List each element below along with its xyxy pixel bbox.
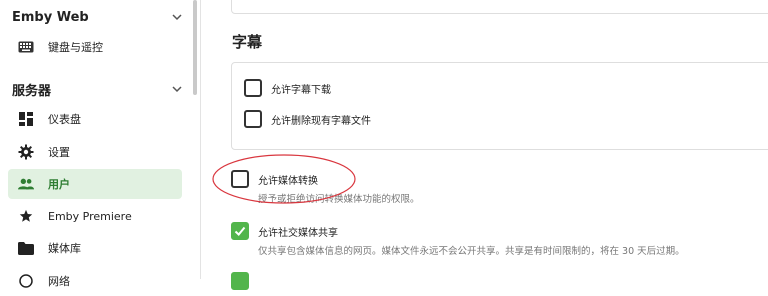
allow-social-sharing-row[interactable]: 允许社交媒体共享 (231, 222, 338, 240)
section-title-subtitles: 字幕 (232, 33, 263, 51)
allow-social-sharing-label: 允许社交媒体共享 (258, 227, 338, 239)
allow-social-sharing-checkbox[interactable] (231, 222, 249, 240)
sidebar-scrollbar[interactable] (193, 0, 197, 95)
gear-icon (18, 144, 34, 160)
sidebar-section-emby-web[interactable]: Emby Web (12, 6, 184, 28)
sidebar-item-label: 网络 (48, 275, 70, 288)
sidebar-item-users[interactable]: 用户 (8, 169, 182, 199)
allow-subtitle-download-checkbox[interactable] (244, 79, 262, 97)
allow-subtitle-download-row[interactable]: 允许字幕下载 (244, 79, 331, 97)
allow-subtitle-download-label: 允许字幕下载 (271, 84, 331, 96)
checkmark-icon (234, 226, 246, 236)
sidebar-item-settings[interactable]: 设置 (8, 137, 182, 167)
chevron-down-icon[interactable] (170, 82, 184, 96)
sidebar-item-library[interactable]: 媒体库 (8, 233, 182, 263)
keyboard-icon (18, 39, 34, 55)
sidebar-item-keyboard[interactable]: 键盘与遥控 (8, 32, 182, 62)
annotation-circle (212, 154, 356, 204)
allow-social-sharing-description: 仅共享包含媒体信息的网页。媒体文件永远不会公开共享。共享是有时间限制的，将在 3… (258, 246, 685, 257)
dashboard-icon (18, 111, 34, 127)
next-option-checkbox[interactable] (231, 272, 249, 290)
sidebar-item-emby-premiere[interactable]: Emby Premiere (8, 201, 182, 231)
previous-settings-card (231, 0, 768, 14)
sidebar-item-label: 用户 (48, 178, 70, 191)
subtitles-options-card (231, 62, 768, 150)
allow-subtitle-delete-label: 允许删除现有字幕文件 (271, 115, 371, 127)
sidebar-item-network[interactable]: 网络 (8, 266, 182, 296)
sidebar-item-label: Emby Premiere (48, 209, 132, 223)
sidebar-section-title: Emby Web (12, 9, 89, 25)
network-icon (18, 273, 34, 289)
folder-icon (18, 240, 34, 256)
sidebar: Emby Web 键盘与遥控 服务器 仪表盘 设置 用户 Emby Premie… (0, 0, 196, 288)
sidebar-item-label: 媒体库 (48, 242, 81, 255)
sidebar-item-label: 键盘与遥控 (48, 41, 103, 54)
sidebar-section-server[interactable]: 服务器 (12, 78, 184, 100)
sidebar-section-title: 服务器 (12, 83, 52, 99)
people-icon (18, 176, 34, 192)
sidebar-item-dashboard[interactable]: 仪表盘 (8, 104, 182, 134)
chevron-down-icon[interactable] (170, 10, 184, 24)
sidebar-item-label: 设置 (48, 146, 70, 159)
allow-subtitle-delete-row[interactable]: 允许删除现有字幕文件 (244, 110, 371, 128)
allow-subtitle-delete-checkbox[interactable] (244, 110, 262, 128)
star-icon (18, 208, 34, 224)
sidebar-divider (200, 0, 201, 279)
sidebar-item-label: 仪表盘 (48, 113, 81, 126)
